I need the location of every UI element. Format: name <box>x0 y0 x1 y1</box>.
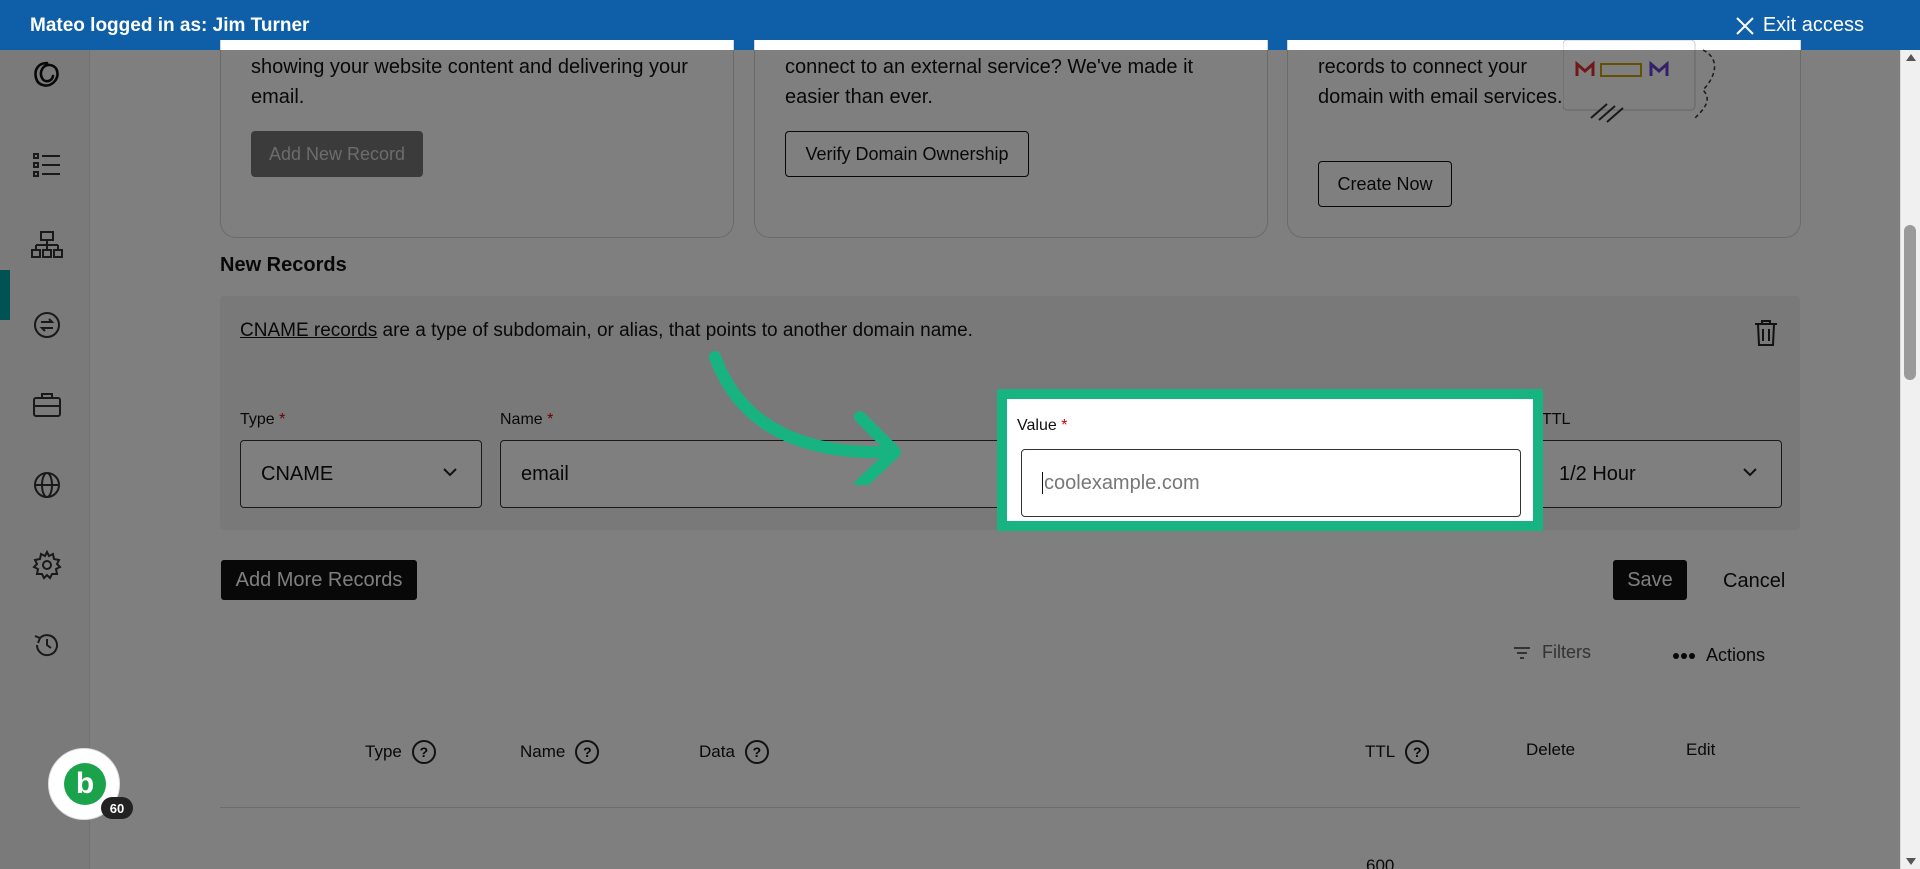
card-text: showing your website content and deliver… <box>251 56 688 108</box>
filter-icon <box>1514 646 1530 659</box>
logged-in-as-text: Mateo logged in as: Jim Turner <box>30 15 310 36</box>
highlighted-value-field: Value * coolexample.com <box>997 389 1543 531</box>
create-now-button[interactable]: Create Now <box>1318 161 1452 207</box>
sidebar-active-indicator <box>0 270 10 320</box>
globe-icon[interactable] <box>30 468 64 502</box>
help-icon[interactable]: ? <box>575 740 600 764</box>
column-header-edit: Edit <box>1686 740 1716 759</box>
type-label: Type * <box>240 411 286 428</box>
card-text: records to connect your domain with emai… <box>1318 56 1563 108</box>
column-header-delete: Delete <box>1526 740 1576 759</box>
avatar: b <box>64 763 106 805</box>
cname-description: CNAME records are a type of subdomain, o… <box>240 320 973 342</box>
cancel-button[interactable]: Cancel <box>1723 570 1785 593</box>
godaddy-logo-icon[interactable] <box>30 58 64 92</box>
name-label: Name * <box>500 411 554 428</box>
column-header-type: Type? <box>365 740 436 764</box>
new-records-title: New Records <box>220 254 347 276</box>
list-icon[interactable] <box>30 148 64 182</box>
dns-network-icon[interactable] <box>30 228 64 262</box>
chevron-down-icon <box>443 468 457 477</box>
name-value: email <box>521 462 569 485</box>
exit-access-label: Exit access <box>1762 14 1864 36</box>
value-placeholder: coolexample.com <box>1044 471 1200 494</box>
ttl-label: TTL <box>1542 411 1571 428</box>
cname-records-link[interactable]: CNAME records <box>240 320 377 341</box>
table-divider <box>220 807 1800 808</box>
filters-label: Filters <box>1542 642 1591 662</box>
card-text: connect to an external service? We've ma… <box>785 56 1194 108</box>
text-caret <box>1042 472 1043 494</box>
scroll-up-icon[interactable] <box>1905 52 1917 62</box>
save-button[interactable]: Save <box>1613 560 1687 600</box>
column-header-name: Name? <box>520 740 600 764</box>
value-input[interactable]: coolexample.com <box>1021 449 1521 517</box>
trash-icon[interactable] <box>1752 318 1780 348</box>
email-records-card: records to connect your domain with emai… <box>1287 40 1801 238</box>
transfer-icon[interactable] <box>30 308 64 342</box>
briefcase-icon[interactable] <box>30 388 64 422</box>
verify-domain-card: connect to an external service? We've ma… <box>754 40 1268 238</box>
chevron-down-icon <box>1743 468 1757 477</box>
add-new-record-button[interactable]: Add New Record <box>251 131 423 177</box>
ttl-select[interactable]: 1/2 Hour <box>1538 440 1782 508</box>
actions-label: Actions <box>1706 645 1766 665</box>
scrollbar-thumb[interactable] <box>1904 225 1916 380</box>
close-icon <box>1736 16 1754 35</box>
more-dots-icon <box>1673 652 1695 659</box>
notification-count-badge: 60 <box>101 797 133 819</box>
type-select[interactable]: CNAME <box>240 440 482 508</box>
cname-description-text: are a type of subdomain, or alias, that … <box>377 320 973 341</box>
scroll-down-icon[interactable] <box>1905 857 1917 867</box>
type-value: CNAME <box>261 462 334 485</box>
ttl-value: 1/2 Hour <box>1559 462 1636 485</box>
vertical-scrollbar[interactable] <box>1900 50 1920 869</box>
value-label: Value * <box>1017 417 1068 434</box>
exit-access-button[interactable]: Exit access <box>1735 14 1864 37</box>
actions-menu-button[interactable]: Actions <box>1672 645 1765 666</box>
help-icon[interactable]: ? <box>1405 740 1430 764</box>
sidebar <box>0 50 90 869</box>
settings-gear-icon[interactable] <box>30 548 64 582</box>
help-icon[interactable]: ? <box>411 740 436 764</box>
assistant-avatar[interactable]: b 60 <box>48 748 133 820</box>
guide-arrow-icon <box>709 351 901 485</box>
column-header-ttl: TTL? <box>1365 740 1430 764</box>
filters-button[interactable]: Filters <box>1512 642 1591 663</box>
row-ttl-value: 600 <box>1366 856 1395 869</box>
history-icon[interactable] <box>30 628 64 662</box>
verify-domain-ownership-button[interactable]: Verify Domain Ownership <box>785 131 1029 177</box>
column-header-data: Data? <box>699 740 769 764</box>
email-providers-illustration <box>1563 40 1716 123</box>
dns-info-card: showing your website content and deliver… <box>220 40 734 238</box>
add-more-records-button[interactable]: Add More Records <box>221 560 417 600</box>
help-icon[interactable]: ? <box>744 740 769 764</box>
